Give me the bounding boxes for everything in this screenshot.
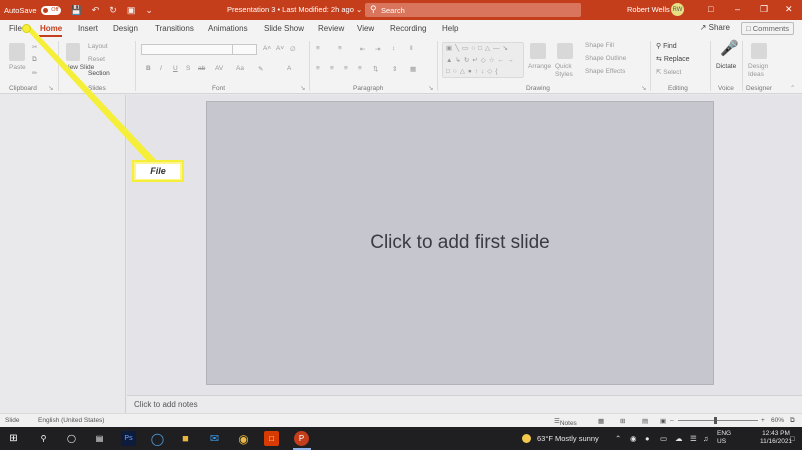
callout-pointer [25,26,158,162]
callout-line [25,26,158,162]
callout-label: File [136,163,180,179]
callout-dot [22,24,31,33]
callout-box: File [132,160,184,182]
